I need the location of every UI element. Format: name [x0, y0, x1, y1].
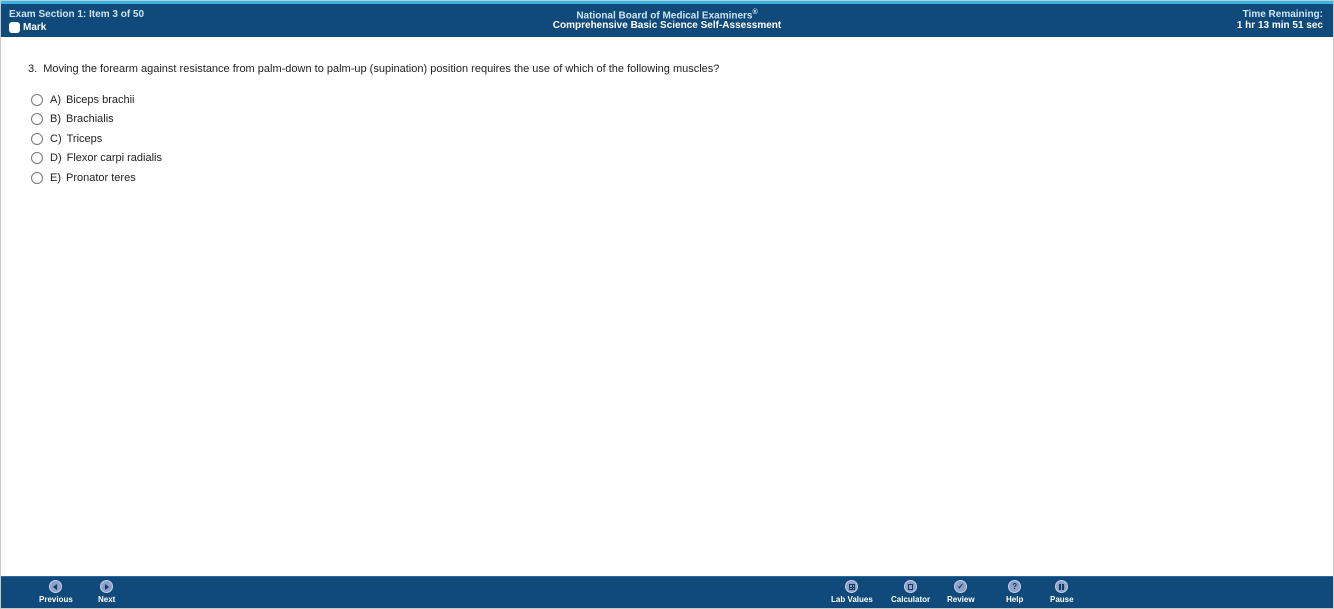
next-arrow-icon [100, 580, 114, 593]
next-button[interactable]: Next [98, 580, 115, 604]
calculator-button[interactable]: Calculator [891, 580, 930, 604]
help-question-icon: ? [1008, 580, 1022, 593]
next-label: Next [98, 595, 116, 604]
choice-e[interactable]: E) Pronator teres [31, 168, 162, 188]
time-label: Time Remaining: [1242, 9, 1323, 20]
radio-b[interactable] [31, 113, 43, 126]
choice-letter: C) [50, 132, 62, 145]
choice-c[interactable]: C) Triceps [31, 129, 162, 149]
help-glyph: ? [1012, 581, 1018, 591]
choice-letter: A) [50, 93, 61, 106]
review-label: Review [947, 595, 975, 604]
lab-values-button[interactable]: Lab Values [831, 580, 873, 604]
exam-footer-toolbar: Previous Next Lab Values Calculator ✓ Re… [1, 576, 1333, 608]
window-frame [0, 0, 1334, 609]
radio-a[interactable] [31, 93, 43, 106]
previous-button[interactable]: Previous [39, 580, 73, 604]
help-label: Help [1006, 595, 1024, 604]
exam-header: Exam Section 1: Item 3 of 50 Mark Nation… [1, 1, 1333, 37]
choice-text[interactable]: Brachialis [66, 113, 114, 125]
review-button[interactable]: ✓ Review [947, 580, 975, 604]
choice-a[interactable]: A) Biceps brachii [31, 90, 162, 110]
radio-e[interactable] [31, 171, 43, 184]
radio-d[interactable] [31, 152, 43, 165]
header-title: National Board of Medical Examiners® Com… [1, 9, 1333, 31]
question-stem: 3. Moving the forearm against resistance … [28, 63, 719, 75]
radio-c[interactable] [31, 132, 43, 145]
pause-button[interactable]: Pause [1050, 580, 1074, 604]
choice-text[interactable]: Biceps brachii [66, 94, 134, 106]
calculator-icon [904, 580, 918, 593]
registered-mark: ® [752, 9, 758, 16]
choice-letter: E) [50, 171, 61, 184]
lab-values-icon [845, 580, 859, 593]
time-remaining: Time Remaining: 1 hr 13 min 51 sec [1237, 9, 1323, 31]
question-text: Moving the forearm against resistance fr… [43, 63, 720, 75]
time-value: 1 hr 13 min 51 sec [1236, 20, 1323, 31]
previous-label: Previous [39, 595, 73, 604]
pause-icon [1055, 580, 1069, 593]
choice-b[interactable]: B) Brachialis [31, 110, 162, 130]
choice-text[interactable]: Pronator teres [66, 172, 136, 184]
help-button[interactable]: ? Help [1006, 580, 1023, 604]
choice-letter: D) [50, 152, 62, 165]
calculator-label: Calculator [891, 595, 931, 604]
lab-values-label: Lab Values [831, 595, 873, 604]
question-number: 3. [28, 63, 38, 75]
pause-label: Pause [1050, 595, 1074, 604]
choice-d[interactable]: D) Flexor carpi radialis [31, 149, 162, 169]
choice-letter: B) [50, 113, 61, 126]
review-check-icon: ✓ [954, 580, 968, 593]
previous-arrow-icon [49, 580, 63, 593]
choice-text[interactable]: Triceps [67, 133, 103, 145]
choice-text[interactable]: Flexor carpi radialis [67, 152, 162, 164]
title-line2: Comprehensive Basic Science Self-Assessm… [552, 20, 782, 32]
answer-choices: A) Biceps brachii B) Brachialis C) Trice… [31, 90, 162, 188]
